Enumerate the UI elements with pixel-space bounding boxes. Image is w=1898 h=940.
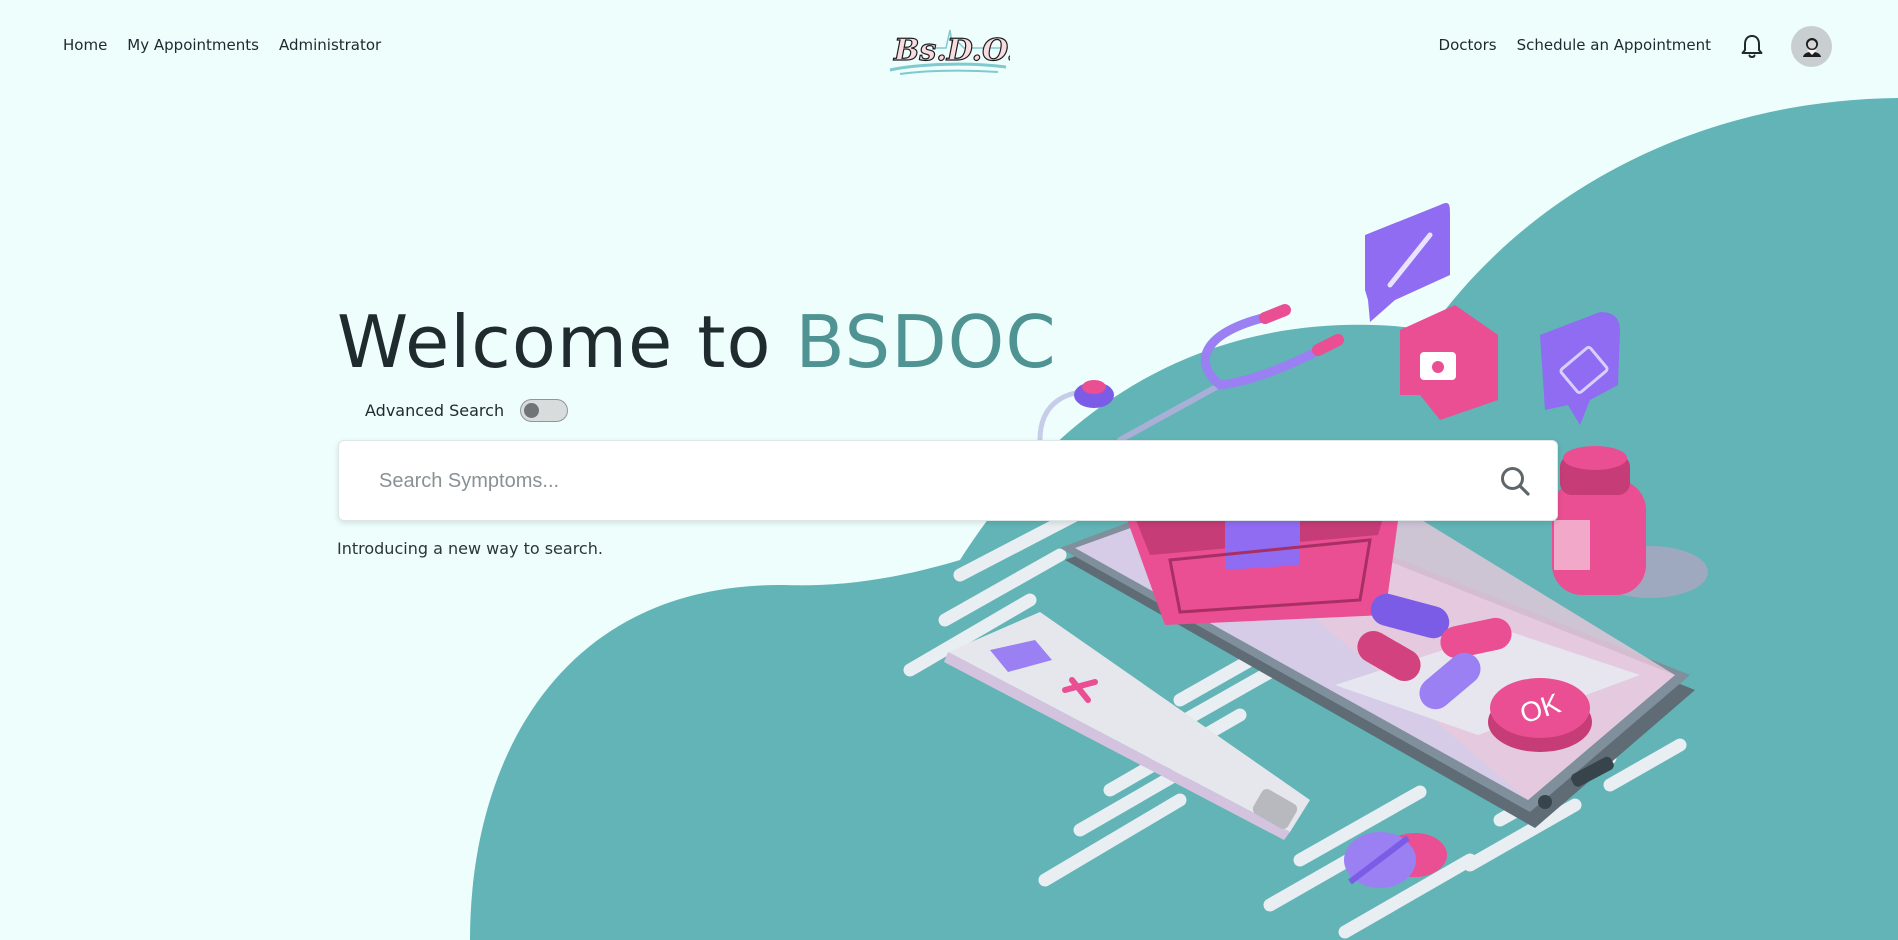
page: OK Home My Appointments Administrator Bs…	[0, 0, 1898, 940]
nav-administrator-link[interactable]: Administrator	[279, 35, 381, 55]
search-icon[interactable]	[1499, 465, 1531, 497]
search-input[interactable]	[377, 441, 1461, 522]
search-bar	[338, 440, 1558, 522]
top-nav: Home My Appointments Administrator Bs.D.…	[0, 0, 1898, 92]
nav-my-appointments-link[interactable]: My Appointments	[127, 35, 259, 55]
nav-schedule-appointment-link[interactable]: Schedule an Appointment	[1517, 35, 1711, 55]
nav-right: Doctors Schedule an Appointment	[1439, 35, 1711, 55]
user-avatar-button[interactable]	[1791, 26, 1832, 67]
user-avatar-icon	[1802, 37, 1821, 57]
nav-home-link[interactable]: Home	[63, 35, 107, 55]
bell-icon[interactable]	[1740, 33, 1764, 59]
syringe-bubble-graphic	[1365, 203, 1450, 322]
page-title: Welcome to BSDOC	[337, 299, 1057, 385]
advanced-search-row: Advanced Search	[365, 399, 569, 422]
logo-text: Bs.D.O.c	[893, 33, 1010, 68]
intro-text: Introducing a new way to search.	[337, 539, 603, 558]
toggle-knob	[524, 403, 540, 418]
advanced-search-toggle[interactable]	[520, 399, 569, 422]
bsdoc-logo[interactable]: Bs.D.O.c	[888, 18, 1010, 80]
nav-left: Home My Appointments Administrator	[63, 35, 381, 55]
nav-doctors-link[interactable]: Doctors	[1439, 35, 1497, 55]
advanced-search-label: Advanced Search	[365, 401, 505, 420]
title-prefix: Welcome to	[337, 300, 796, 384]
title-brand: BSDOC	[795, 300, 1057, 384]
